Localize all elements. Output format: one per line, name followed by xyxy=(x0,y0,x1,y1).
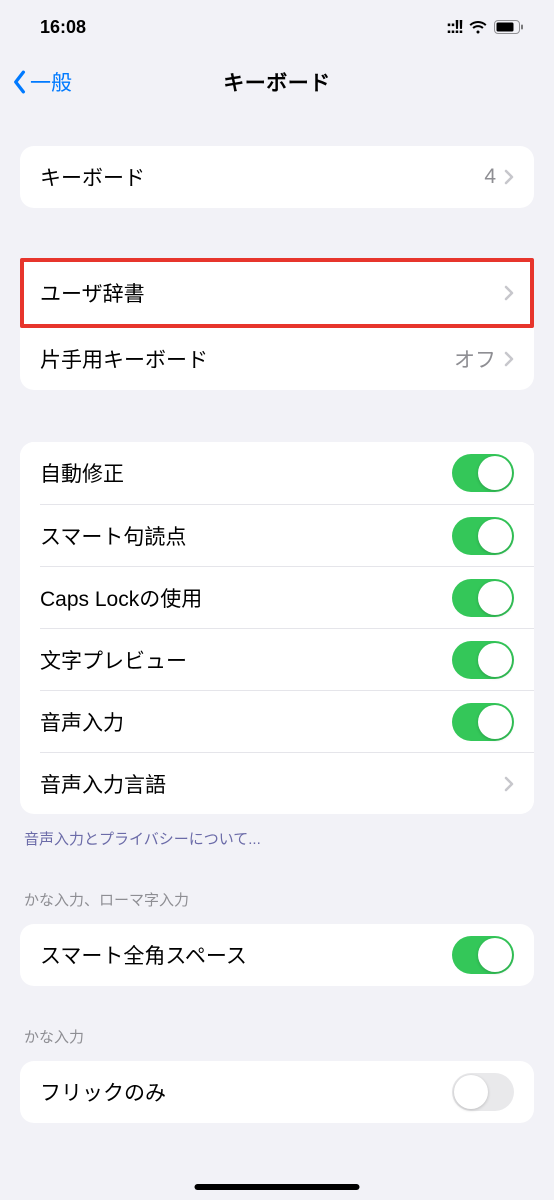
battery-icon xyxy=(494,20,524,34)
status-time: 16:08 xyxy=(40,17,86,38)
toggle-flick-only[interactable] xyxy=(452,1073,514,1111)
group-kana-romaji: スマート全角スペース xyxy=(20,924,534,986)
row-label: 自動修正 xyxy=(40,458,452,488)
chevron-left-icon xyxy=(12,70,26,94)
row-flick-only: フリックのみ xyxy=(20,1061,534,1123)
row-label: 音声入力 xyxy=(40,707,452,737)
row-smart-punctuation: スマート句読点 xyxy=(40,504,534,566)
home-indicator[interactable] xyxy=(195,1184,360,1190)
row-label: Caps Lockの使用 xyxy=(40,583,452,613)
row-dictation-languages[interactable]: 音声入力言語 xyxy=(40,752,534,814)
row-autocorrect: 自動修正 xyxy=(20,442,534,504)
row-label: ユーザ辞書 xyxy=(40,278,504,308)
row-dictation: 音声入力 xyxy=(40,690,534,752)
toggle-smart-fullwidth-space[interactable] xyxy=(452,936,514,974)
row-character-preview: 文字プレビュー xyxy=(40,628,534,690)
chevron-right-icon xyxy=(504,169,514,185)
toggle-character-preview[interactable] xyxy=(452,641,514,679)
row-caps-lock: Caps Lockの使用 xyxy=(40,566,534,628)
section-header-kana: かな入力 xyxy=(24,1026,530,1047)
status-bar: 16:08 ::!! xyxy=(0,0,554,54)
row-user-dictionary[interactable]: ユーザ辞書 xyxy=(24,262,530,324)
row-label: スマート句読点 xyxy=(40,521,452,551)
row-label: キーボード xyxy=(40,162,484,192)
toggle-smart-punctuation[interactable] xyxy=(452,517,514,555)
page-title: キーボード xyxy=(223,67,331,97)
row-smart-fullwidth-space: スマート全角スペース xyxy=(20,924,534,986)
toggle-dictation[interactable] xyxy=(452,703,514,741)
cellular-icon: ::!! xyxy=(446,17,462,38)
row-label: 片手用キーボード xyxy=(40,344,454,374)
wifi-icon xyxy=(468,20,488,35)
row-keyboards[interactable]: キーボード 4 xyxy=(20,146,534,208)
row-label: スマート全角スペース xyxy=(40,940,452,970)
group-kana: フリックのみ xyxy=(20,1061,534,1123)
row-label: 音声入力言語 xyxy=(40,769,504,799)
toggle-autocorrect[interactable] xyxy=(452,454,514,492)
group-dictionary: ユーザ辞書 片手用キーボード オフ xyxy=(20,258,534,390)
back-label: 一般 xyxy=(30,67,72,97)
toggle-caps-lock[interactable] xyxy=(452,579,514,617)
back-button[interactable]: 一般 xyxy=(12,67,72,97)
chevron-right-icon xyxy=(504,776,514,792)
group-keyboards: キーボード 4 xyxy=(20,146,534,208)
section-header-kana-romaji: かな入力、ローマ字入力 xyxy=(24,889,530,910)
row-value: 4 xyxy=(484,165,496,189)
row-one-handed[interactable]: 片手用キーボード オフ xyxy=(20,328,534,390)
row-label: 文字プレビュー xyxy=(40,645,452,675)
chevron-right-icon xyxy=(504,351,514,367)
row-value: オフ xyxy=(454,344,496,374)
highlight-user-dictionary: ユーザ辞書 xyxy=(20,258,534,328)
nav-bar: 一般 キーボード xyxy=(0,54,554,110)
chevron-right-icon xyxy=(504,285,514,301)
dictation-privacy-link[interactable]: 音声入力とプライバシーについて... xyxy=(24,828,530,849)
status-right: ::!! xyxy=(446,17,524,38)
row-label: フリックのみ xyxy=(40,1077,452,1107)
group-options: 自動修正 スマート句読点 Caps Lockの使用 文字プレビュー 音声入力 音… xyxy=(20,442,534,814)
